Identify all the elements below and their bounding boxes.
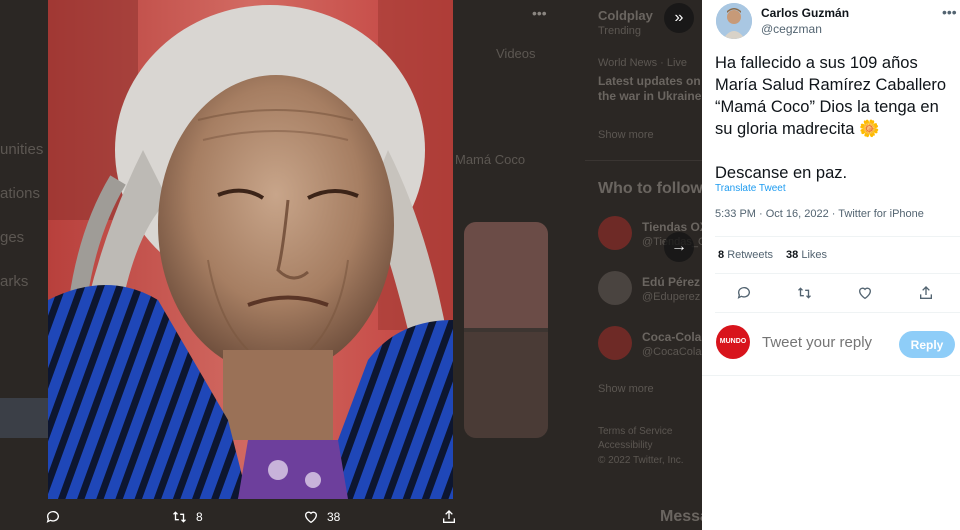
photo-reply-button[interactable] [45, 509, 61, 525]
retweet-icon [173, 511, 186, 523]
suggestion-handle: @CocaColaMx [642, 346, 702, 358]
suggestion-handle: @Eduperez [642, 291, 701, 303]
like-icon [304, 511, 318, 524]
tweet-panel: Carlos Guzmán @cegzman ••• Ha fallecido … [702, 0, 960, 530]
reply-avatar-logo: MUNDO [719, 338, 747, 345]
like-icon [858, 287, 872, 300]
tweet-text-line: Descanse en paz. [715, 164, 848, 182]
tweet-snippet: Mamá Coco [455, 152, 526, 167]
trend-name[interactable]: Coldplay [598, 8, 653, 23]
more-icon[interactable]: ••• [942, 4, 957, 20]
share-icon [443, 510, 455, 523]
like-button[interactable] [856, 284, 874, 302]
nav-button-fragment[interactable] [0, 398, 48, 438]
suggestion-avatar [598, 216, 632, 250]
media-card[interactable] [464, 222, 548, 438]
show-more-link[interactable]: Show more [598, 383, 654, 395]
messages-label[interactable]: Messages [660, 508, 702, 526]
footer-copyright: © 2022 Twitter, Inc. [598, 455, 684, 466]
retweet-button[interactable] [795, 284, 813, 302]
retweets-stat[interactable]: 8 Retweets [718, 249, 773, 261]
suggestion-avatar [598, 271, 632, 305]
nav-fragment[interactable]: ges [0, 229, 24, 246]
nav-fragment[interactable]: ations [0, 185, 40, 202]
share-button[interactable] [917, 284, 935, 302]
reply-button[interactable] [735, 284, 753, 302]
retweet-icon [797, 287, 811, 299]
reply-icon [737, 287, 750, 299]
nav-fragment[interactable]: unities [0, 141, 43, 158]
show-more-link[interactable]: Show more [598, 129, 654, 141]
suggestion-name[interactable]: Edú Pérez [642, 275, 700, 289]
trend-context: World News · Live [598, 57, 688, 69]
photo-like-count: 38 [327, 510, 341, 524]
trend-detail: Trending [598, 25, 642, 37]
reply-avatar[interactable]: MUNDO [716, 325, 750, 359]
share-icon [920, 286, 932, 299]
next-image-button[interactable]: → [664, 232, 694, 262]
expand-button[interactable]: » [664, 3, 694, 33]
photo-retweet-button[interactable]: 8 [171, 509, 203, 525]
author-avatar[interactable] [716, 3, 752, 39]
videos-tab[interactable]: Videos [496, 46, 536, 61]
next-icon: → [671, 238, 687, 255]
footer-link[interactable]: Accessibility [598, 440, 652, 451]
divider [715, 312, 960, 313]
more-icon[interactable]: ••• [532, 5, 547, 21]
divider [715, 236, 960, 237]
suggestion-avatar [598, 326, 632, 360]
photo-like-button[interactable]: 38 [303, 509, 340, 525]
reply-icon [46, 511, 59, 523]
who-to-follow-heading: Who to follow [598, 180, 702, 197]
likes-stat[interactable]: 38 Likes [786, 249, 827, 261]
reply-submit-button[interactable]: Reply [899, 331, 955, 358]
suggestion-name[interactable]: Coca-Cola [642, 330, 701, 344]
trend-headline[interactable]: Latest updates on the war in Ukraine [598, 74, 702, 104]
author-name[interactable]: Carlos Guzmán [761, 6, 849, 20]
tweet-text: Ha fallecido a sus 109 años María Salud … [715, 52, 959, 184]
tweet-timestamp[interactable]: 5:33 PM · Oct 16, 2022 · Twitter for iPh… [715, 208, 924, 220]
engagement-counts: 8 Retweets 38 Likes [718, 249, 827, 261]
reply-input[interactable] [762, 334, 892, 351]
photo-share-button[interactable] [441, 509, 457, 525]
photo-retweet-count: 8 [196, 510, 203, 524]
footer-link[interactable]: Terms of Service [598, 426, 672, 437]
translate-tweet-link[interactable]: Translate Tweet [715, 183, 786, 194]
tweet-photo [48, 0, 453, 499]
divider [715, 273, 960, 274]
tweet-text-line: Ha fallecido a sus 109 años María Salud … [715, 54, 947, 138]
expand-icon: » [674, 9, 684, 26]
author-handle[interactable]: @cegzman [761, 22, 822, 36]
nav-fragment[interactable]: arks [0, 273, 28, 290]
suggestion-name[interactable]: Tiendas OXXO [642, 220, 702, 234]
divider [702, 375, 960, 376]
